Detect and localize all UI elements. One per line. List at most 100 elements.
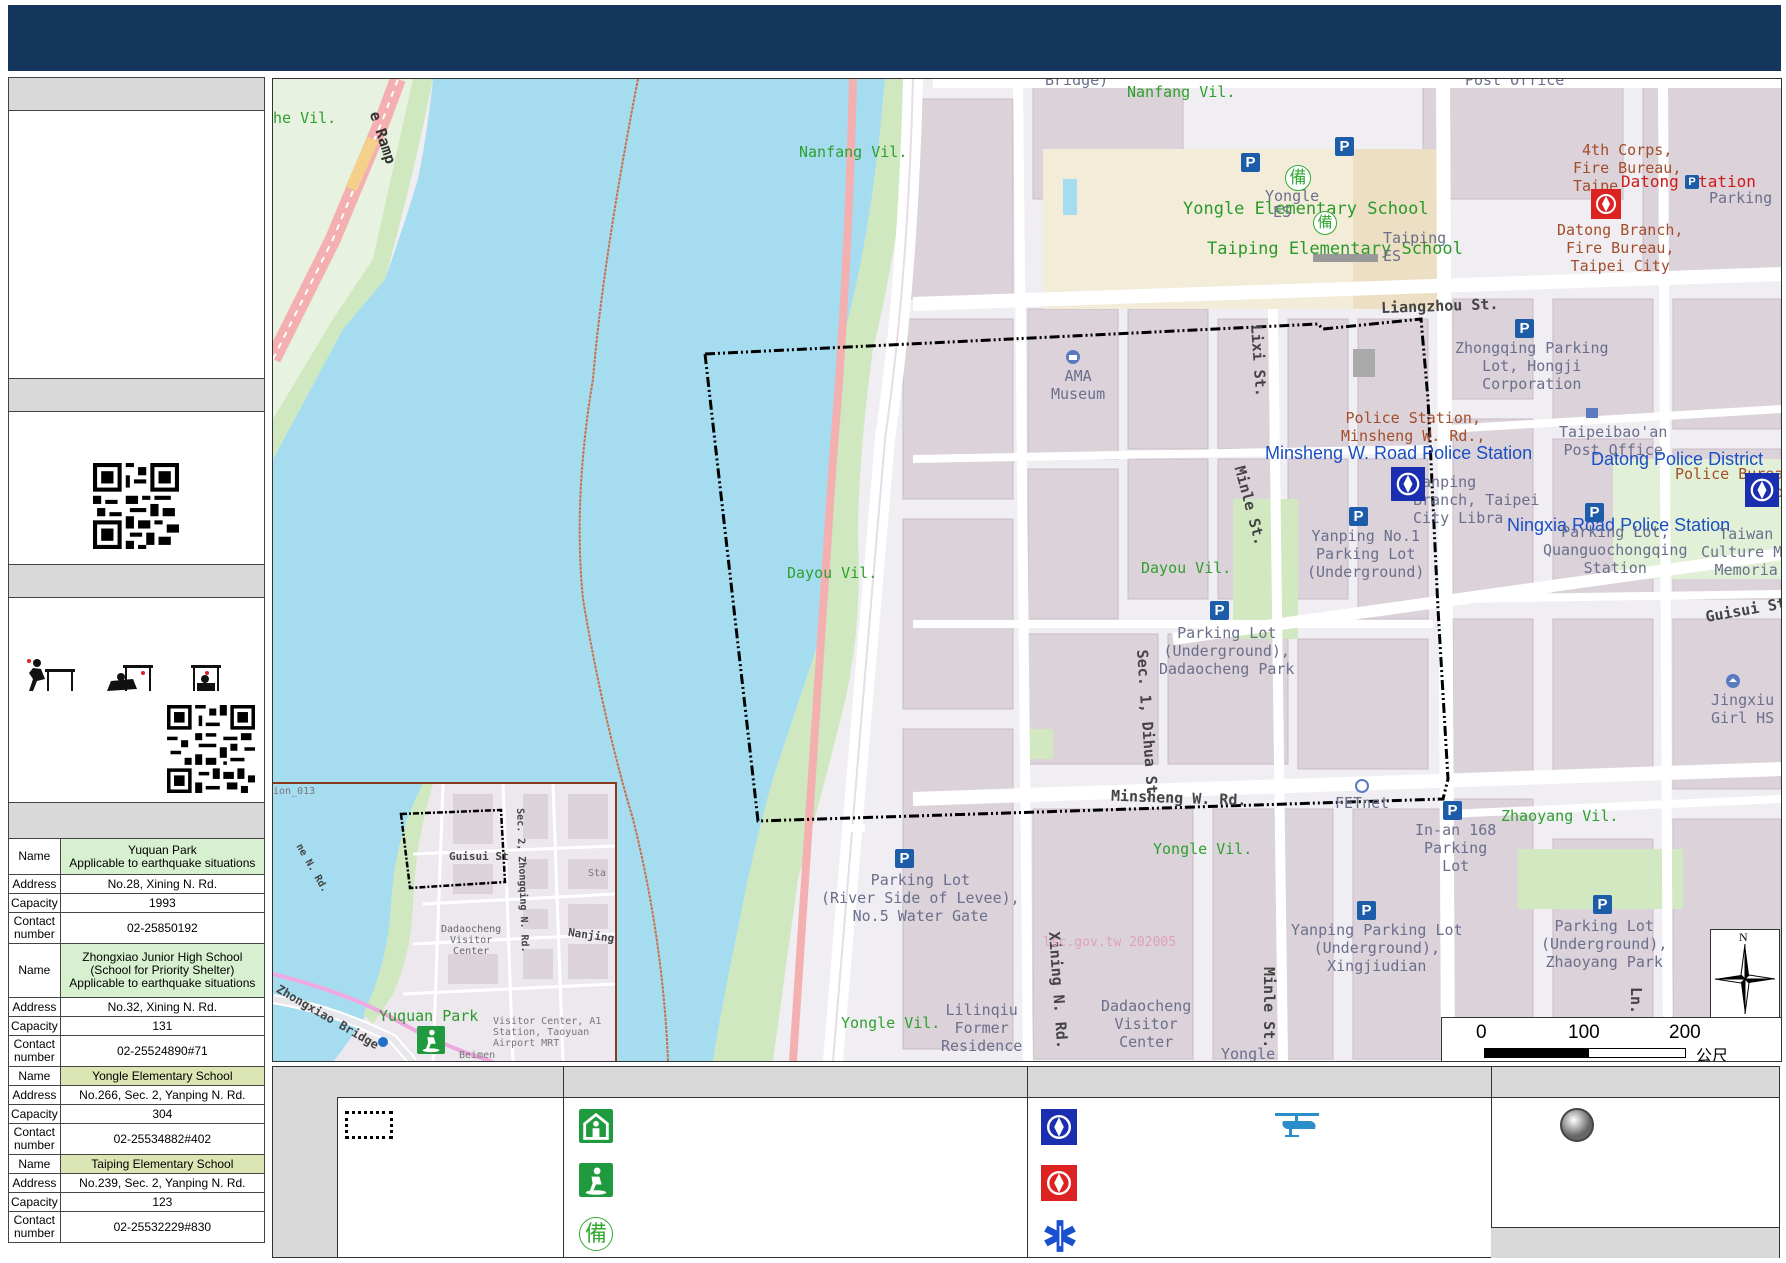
row-label: Name <box>8 1154 61 1174</box>
parking-icon: P <box>1585 503 1604 522</box>
table-row: Contact number 02-25534882#402 <box>8 1123 266 1155</box>
poi-line: Dadaocheng Park <box>1159 660 1295 678</box>
village-label: Yongle Vil. <box>1153 840 1253 858</box>
info-panel-1 <box>8 77 265 380</box>
row-label: Capacity <box>8 893 61 913</box>
parking-icon: P <box>1515 319 1534 338</box>
poi-line: Yanping <box>1413 473 1477 491</box>
spare-shelter-icon: 備 <box>1313 211 1337 235</box>
poi-line: Parking Lot <box>1177 624 1277 642</box>
poi-line: Center <box>1119 1033 1174 1051</box>
helicopter-icon <box>1275 1113 1319 1137</box>
medical-icon <box>1044 1220 1076 1252</box>
table-row: Capacity 304 <box>8 1104 266 1124</box>
poi-label: Yanping Parking Lot (Underground), Xingjiu… <box>1291 921 1463 975</box>
drop-icon <box>27 659 75 691</box>
row-label: Name <box>8 943 61 998</box>
main-map[interactable]: he Vil. Nanfang Vil. Nanfang Vil. Dayou … <box>272 78 1782 1062</box>
table-row: Name Yongle Elementary School <box>8 1066 266 1086</box>
compass-icon <box>1715 944 1775 1014</box>
inset-label: ion_013 <box>273 786 316 797</box>
poi-line: Taiwan <box>1719 525 1774 543</box>
legend-divider <box>563 1067 564 1257</box>
poi-line: Zhaoyang Park <box>1545 953 1663 971</box>
shelter-note: Applicable to earthquake situations <box>69 976 256 990</box>
poi-label: Parking Lot (Underground), Zhaoyang Park <box>1541 917 1667 971</box>
poi-label: Jingxiu Girl HS <box>1711 691 1774 727</box>
row-label: Contact number <box>8 1035 61 1067</box>
evacuation-park-icon <box>579 1163 613 1197</box>
inset-line: Station, Taoyuan <box>493 1027 590 1038</box>
scale-tick: 0 <box>1476 1022 1487 1043</box>
village-label: Dayou Vil. <box>787 564 878 582</box>
legend-footer <box>1491 1227 1779 1258</box>
inset-map[interactable]: ion_013 Guisui St Sec. 2, Zhongqing N. R… <box>273 782 617 1061</box>
poi-label: Lilinqiu Former Residence <box>941 1001 1022 1055</box>
qr-code[interactable] <box>93 463 179 549</box>
poi-label: Dadaocheng Visitor Center <box>1101 997 1191 1051</box>
poi-label: Parking Lot (Underground), Dadaocheng Park <box>1159 624 1294 678</box>
poi-line: Station <box>1583 559 1647 577</box>
row-label: Name <box>8 1066 61 1086</box>
poi-line: Lilinqiu <box>945 1001 1018 1019</box>
shelter-address: No.266, Sec. 2, Yanping N. Rd. <box>59 1085 266 1105</box>
hold-icon <box>191 665 221 691</box>
row-label: Capacity <box>8 1104 61 1124</box>
poi-line: Zhongqing Parking <box>1455 339 1609 357</box>
header-bar <box>8 5 1781 71</box>
qr-panel <box>8 378 265 566</box>
watermark: lsc.gov.tw 202005 <box>1043 935 1177 950</box>
shelter-contact: 02-25532229#830 <box>59 1211 266 1243</box>
panel-header <box>9 78 264 111</box>
spare-shelter-icon: 備 <box>1285 165 1311 191</box>
shelter-name-text: Yuquan Park <box>127 842 197 857</box>
parking-icon: P <box>1685 175 1699 189</box>
police-station-icon <box>1391 467 1425 501</box>
poi-label: Police Station, Minsheng W. Rd., <box>1341 409 1486 445</box>
inset-line: Airport MRT <box>493 1038 560 1049</box>
table-row: Capacity 123 <box>8 1192 266 1212</box>
poi-line: Corporation <box>1482 375 1582 393</box>
parking-icon: P <box>1357 901 1376 920</box>
table-row: Contact number 02-25532229#830 <box>8 1211 266 1243</box>
shelter-address: No.28, Xining N. Rd. <box>59 874 266 894</box>
row-label: Address <box>8 1173 61 1193</box>
poi-line: Parking Lot, <box>1561 523 1670 541</box>
poi-line: Former <box>954 1019 1009 1037</box>
table-row: Contact number 02-25850192 <box>8 912 266 944</box>
shelter-address: No.239, Sec. 2, Yanping N. Rd. <box>59 1173 266 1193</box>
parking-icon: P <box>895 849 914 868</box>
poi-line: Quanguochongqing <box>1543 541 1688 559</box>
poi-label: Post Office <box>1465 78 1565 89</box>
poi-label: Bridge) <box>1045 78 1109 89</box>
table-row: Address No.266, Sec. 2, Yanping N. Rd. <box>8 1085 266 1105</box>
row-label: Contact number <box>8 1123 61 1155</box>
poi-line: 4th Corps, <box>1582 141 1673 159</box>
police-station-icon <box>1745 473 1779 507</box>
shelter-capacity: 304 <box>59 1104 266 1124</box>
poi-label: AMA Museum <box>1051 367 1105 403</box>
shelter-name: Yongle Elementary School <box>59 1066 266 1086</box>
legend-top-header <box>337 1067 1779 1098</box>
table-row: Address No.239, Sec. 2, Yanping N. Rd. <box>8 1173 266 1193</box>
legend-side-header <box>273 1067 338 1257</box>
poi-line: (Underground), <box>1313 939 1441 957</box>
parking-icon: P <box>1210 601 1229 620</box>
poi-label: FETnet <box>1335 794 1390 812</box>
school-icon <box>1726 674 1740 688</box>
inset-line: Center <box>453 946 490 957</box>
row-label: Address <box>8 1085 61 1105</box>
shelter-capacity: 123 <box>59 1192 266 1212</box>
inset-line: Visitor <box>450 935 493 946</box>
legend: 備 <box>272 1066 1780 1258</box>
poi-line: (River Side of Levee), <box>821 889 1020 907</box>
school-short-label: ES <box>1383 247 1402 265</box>
poi-label: Datong Branch, Fire Bureau, Taipei City <box>1557 221 1683 275</box>
row-label: Contact number <box>8 912 61 944</box>
inset-line: Dadaocheng <box>441 924 502 935</box>
shelter-contact: 02-25524890#71 <box>59 1035 266 1067</box>
shelter-name: Zhongxiao Junior High School (School for … <box>59 943 266 998</box>
qr-code[interactable] <box>167 705 255 793</box>
row-label: Capacity <box>8 1192 61 1212</box>
school-short-label: ES <box>1273 203 1292 221</box>
